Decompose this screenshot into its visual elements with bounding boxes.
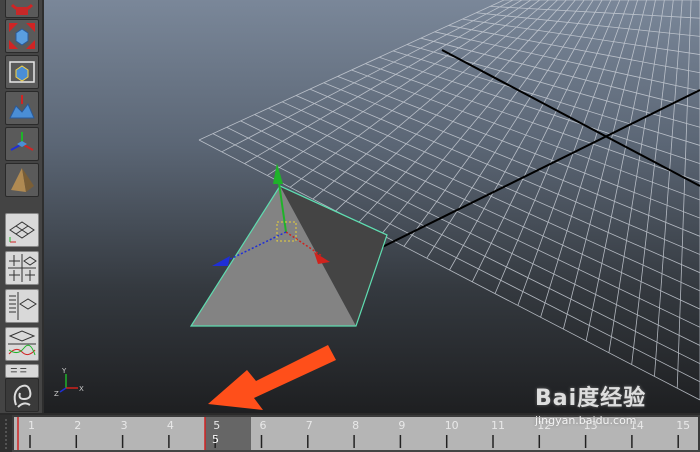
annotation-arrow [208,345,336,410]
viewport-scene: Y X Z [44,0,700,413]
sculpt-tool-button[interactable] [5,378,39,412]
perspective-viewport[interactable]: Y X Z [44,0,700,413]
list-layout-icon [6,365,38,377]
frame-label-10: 10 [445,419,459,432]
graph-persp-icon [6,328,38,360]
svg-text:X: X [79,385,84,393]
show-manipulator-icon [6,128,38,160]
rotate-tool-button[interactable] [5,0,39,18]
more-layouts-button[interactable] [5,364,39,378]
z-axis-arrow [212,256,230,266]
view-axis-indicator: Y X Z [54,367,84,398]
show-manipulator-button[interactable] [5,127,39,161]
outliner-persp-icon [6,290,38,322]
pyramid-icon [6,164,38,196]
universal-manipulator-button[interactable] [5,55,39,89]
watermark-brand: Bai度经验 [535,386,646,411]
frame-label-9: 9 [398,419,405,432]
frame-label-3: 3 [121,419,128,432]
frame-label-11: 11 [491,419,505,432]
universal-manipulator-icon [6,56,38,88]
current-frame-label: 5 [212,433,219,446]
svg-text:Y: Y [61,367,67,375]
single-perspective-layout-button[interactable] [5,213,39,247]
frame-label-6: 6 [260,419,267,432]
four-view-layout-button[interactable] [5,251,39,285]
last-tool-button[interactable] [5,163,39,197]
frame-label-5: 5 [213,419,220,432]
graph-editor-layout-button[interactable] [5,327,39,361]
frame-label-4: 4 [167,419,174,432]
scale-tool-button[interactable] [5,19,39,53]
soft-modification-button[interactable] [5,91,39,125]
four-view-icon [6,252,38,284]
frame-label-7: 7 [306,419,313,432]
frame-label-1: 1 [28,419,35,432]
scale-icon [6,20,38,52]
single-view-icon [6,214,38,246]
sculpt-icon [6,379,38,411]
outliner-persp-layout-button[interactable] [5,289,39,323]
watermark-url: jingyan.baidu.com [535,414,646,427]
rotate-icon [6,0,38,17]
svg-text:Z: Z [54,390,59,398]
frame-label-8: 8 [352,419,359,432]
tool-box [0,0,44,413]
frame-label-15: 15 [676,419,690,432]
frame-label-2: 2 [74,419,81,432]
watermark: Bai度经验 jingyan.baidu.com [535,380,646,427]
soft-mod-icon [6,92,38,124]
